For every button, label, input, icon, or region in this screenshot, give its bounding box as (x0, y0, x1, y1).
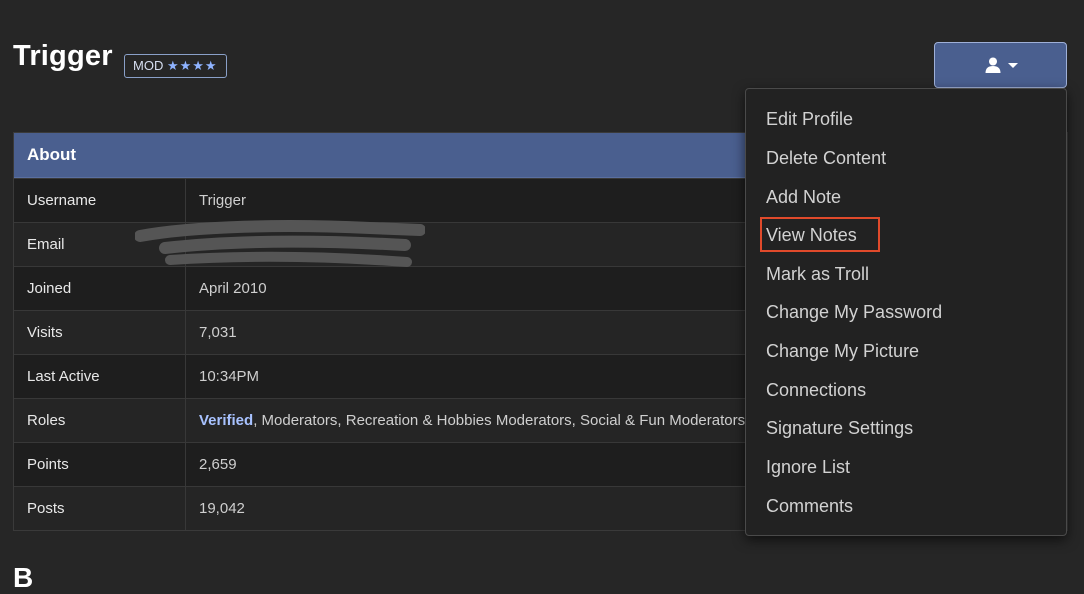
row-label-last-active: Last Active (14, 355, 186, 398)
menu-item-comments[interactable]: Comments (766, 496, 853, 517)
row-value-username: Trigger (199, 192, 246, 209)
roles-list: , Moderators, Recreation & Hobbies Moder… (253, 412, 764, 429)
verified-role-link[interactable]: Verified (199, 412, 253, 429)
menu-item-ignore-list[interactable]: Ignore List (766, 457, 850, 478)
menu-item-edit-profile[interactable]: Edit Profile (766, 109, 853, 130)
row-label-username: Username (14, 179, 186, 222)
chevron-down-icon (1007, 62, 1018, 68)
row-value-points: 2,659 (199, 456, 237, 473)
menu-item-add-note[interactable]: Add Note (766, 187, 841, 208)
row-value-last-active: 10:34PM (199, 368, 260, 385)
row-value-email (186, 223, 199, 266)
rank-stars: ★★★★ (166, 58, 218, 73)
menu-item-change-password[interactable]: Change My Password (766, 302, 942, 323)
row-label-joined: Joined (14, 267, 186, 310)
row-value-joined: April 2010 (199, 280, 267, 297)
rank-badge: MOD ★★★★ (124, 54, 227, 78)
row-value-visits: 7,031 (199, 324, 237, 341)
row-value-posts: 19,042 (199, 500, 245, 517)
menu-item-signature-settings[interactable]: Signature Settings (766, 418, 913, 439)
row-label-email: Email (14, 223, 186, 266)
row-value-roles: Verified, Moderators, Recreation & Hobbi… (186, 399, 763, 442)
section-heading-partial: B (13, 562, 34, 593)
row-label-posts: Posts (14, 487, 186, 530)
page-title: Trigger (13, 40, 113, 72)
profile-options-menu: Edit Profile Delete Content Add Note Vie… (745, 88, 1067, 536)
menu-item-connections[interactable]: Connections (766, 380, 866, 401)
menu-item-change-picture[interactable]: Change My Picture (766, 341, 919, 362)
rank-label: MOD (133, 58, 164, 73)
profile-options-button[interactable] (934, 42, 1067, 88)
row-label-roles: Roles (14, 399, 186, 442)
menu-item-delete-content[interactable]: Delete Content (766, 148, 886, 169)
row-label-points: Points (14, 443, 186, 486)
user-icon (985, 57, 1000, 73)
menu-item-mark-as-troll[interactable]: Mark as Troll (766, 264, 869, 285)
row-label-visits: Visits (14, 311, 186, 354)
menu-item-view-notes[interactable]: View Notes (766, 225, 857, 246)
